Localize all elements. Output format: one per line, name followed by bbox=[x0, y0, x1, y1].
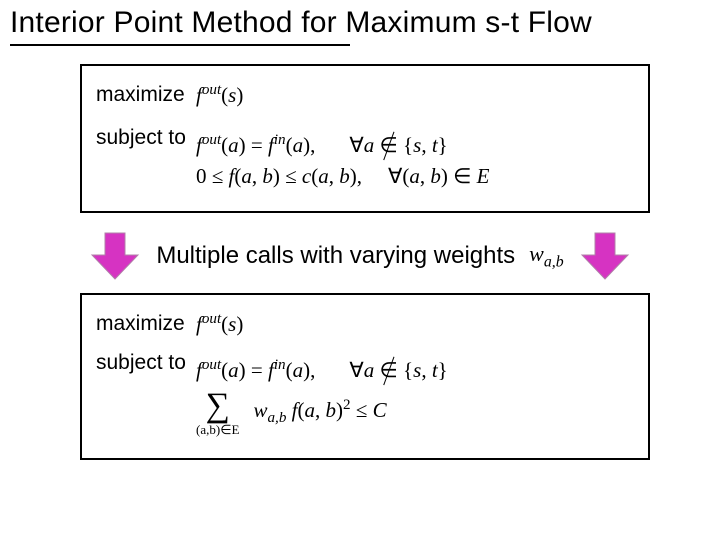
maximize-label: maximize bbox=[96, 83, 196, 107]
conservation-forall: ∀a ∈ {s, t} bbox=[349, 358, 447, 383]
constraints: fout(a) = fin(a), ∀a ∈ {s, t} 0 ≤ f(a, b… bbox=[196, 126, 489, 195]
subject-to-row: subject to fout(a) = fin(a), ∀a ∈ {s, t}… bbox=[96, 126, 634, 195]
subject-to-label: subject to bbox=[96, 126, 196, 150]
subject-to-label: subject to bbox=[96, 351, 196, 375]
sum-body: wa,b f(a, b)2 ≤ C bbox=[253, 397, 386, 427]
objective-expr: fout(s) bbox=[196, 82, 243, 108]
capacity-constraint: 0 ≤ f(a, b) ≤ c(a, b), ∀(a, b) ∈ E bbox=[196, 164, 489, 189]
capacity-lhs: 0 ≤ f(a, b) ≤ c(a, b), bbox=[196, 164, 362, 189]
down-arrow-icon bbox=[578, 229, 632, 283]
conservation-lhs: fout(a) = fin(a), bbox=[196, 132, 315, 158]
flow-conservation: fout(a) = fin(a), ∀a ∈ {s, t} bbox=[196, 357, 448, 383]
conservation-forall: ∀a ∈ {s, t} bbox=[349, 133, 447, 158]
conservation-lhs: fout(a) = fin(a), bbox=[196, 357, 315, 383]
transition-text: Multiple calls with varying weights bbox=[156, 242, 515, 270]
flow-conservation: fout(a) = fin(a), ∀a ∈ {s, t} bbox=[196, 132, 489, 158]
transition-row: Multiple calls with varying weights wa,b bbox=[0, 229, 720, 283]
down-arrow-icon bbox=[88, 229, 142, 283]
constraints: fout(a) = fin(a), ∀a ∈ {s, t} ∑ (a,b)∈E … bbox=[196, 351, 448, 442]
title-underline bbox=[10, 44, 350, 46]
sum-symbol: ∑ (a,b)∈E bbox=[196, 389, 239, 436]
capacity-forall: ∀(a, b) ∈ E bbox=[388, 164, 489, 189]
slide-title: Interior Point Method for Maximum s-t Fl… bbox=[0, 0, 720, 42]
maximize-label: maximize bbox=[96, 312, 196, 336]
maximize-row: maximize fout(s) bbox=[96, 82, 634, 108]
weighted-sum-constraint: ∑ (a,b)∈E wa,b f(a, b)2 ≤ C bbox=[196, 389, 448, 436]
maximize-row: maximize fout(s) bbox=[96, 311, 634, 337]
weight-symbol: wa,b bbox=[529, 241, 563, 271]
lp-box-weighted: maximize fout(s) subject to fout(a) = fi… bbox=[80, 293, 650, 460]
subject-to-row: subject to fout(a) = fin(a), ∀a ∈ {s, t}… bbox=[96, 351, 634, 442]
lp-box-original: maximize fout(s) subject to fout(a) = fi… bbox=[80, 64, 650, 213]
objective-expr: fout(s) bbox=[196, 311, 243, 337]
